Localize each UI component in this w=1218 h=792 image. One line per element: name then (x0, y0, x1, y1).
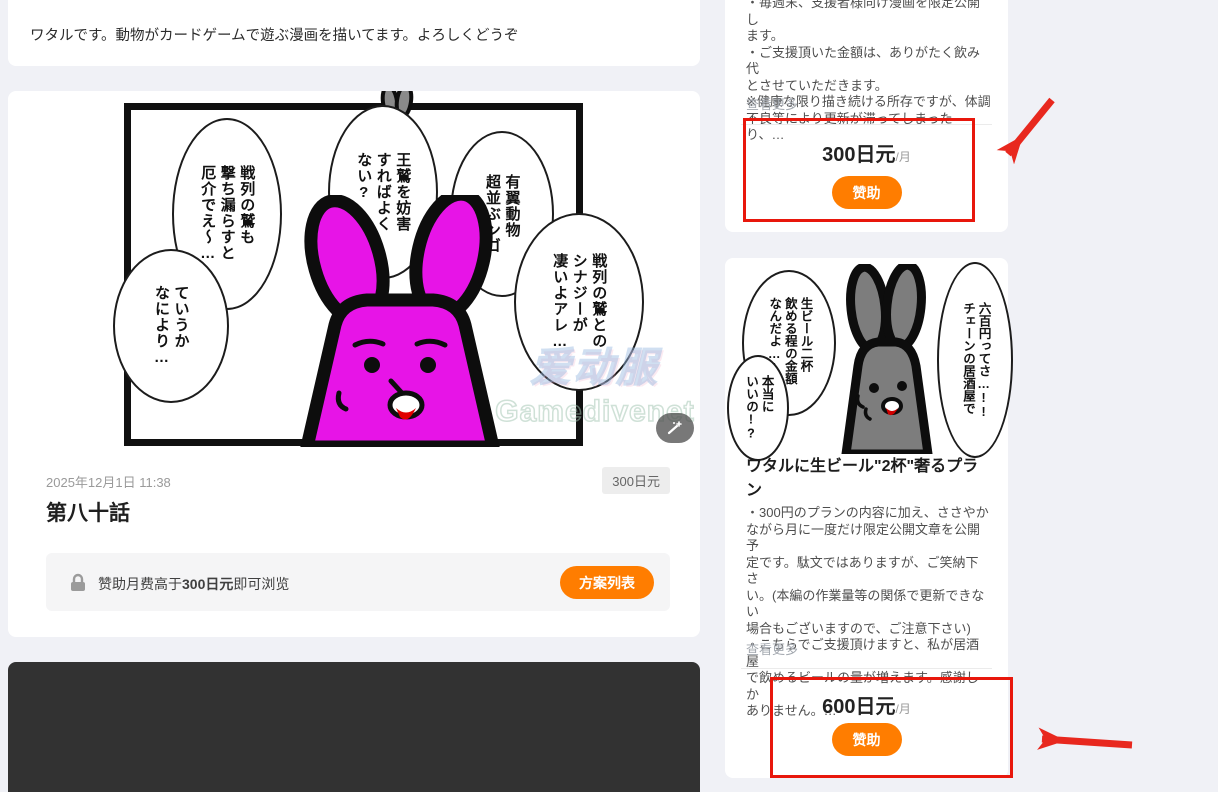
plan-price-row: 600日元/月 (725, 690, 1008, 719)
see-more-link[interactable]: 查看更多 (746, 639, 798, 658)
sponsor-button-600[interactable]: 赞助 (832, 723, 902, 756)
annotation-arrow-300 (1008, 100, 1052, 154)
next-post-image[interactable] (8, 662, 700, 792)
speech-bubble: 六百円ってさ…!! チェーンの居酒屋で (937, 262, 1013, 458)
see-more-link[interactable]: 查看更多 (746, 94, 798, 113)
plan-price: 600日元 (822, 696, 895, 718)
page: ワタルです。動物がカードゲームで遊ぶ漫画を描いてます。よろしくどうぞ 戦列の鷲も… (0, 0, 1218, 792)
plan-price-period: /月 (896, 150, 911, 164)
plan-price: 300日元 (822, 144, 895, 166)
sponsor-button-300[interactable]: 赞助 (832, 176, 902, 209)
post-card: 戦列の鷲も 撃ち漏らすと 厄介でえ〜… ていうか なにより… 王鷲を妨害 すれば… (8, 91, 700, 637)
creator-bio-card: ワタルです。動物がカードゲームで遊ぶ漫画を描いてます。よろしくどうぞ (8, 0, 700, 66)
plan-price-row: 300日元/月 (725, 138, 1008, 167)
locked-content-bar: 赞助月费高于300日元即可浏览 方案列表 (46, 553, 670, 611)
lock-message-price: 300日元 (182, 576, 233, 592)
plan-title: ワタルに生ビール"2杯"奢るプラン (746, 455, 991, 503)
pink-rabbit-illustration (255, 195, 545, 447)
image-enhance-button[interactable] (656, 413, 694, 443)
post-price-badge: 300日元 (602, 467, 670, 494)
plan-list-button[interactable]: 方案列表 (560, 566, 654, 599)
speech-bubble: 本当に いいの!? (727, 355, 789, 461)
speech-bubble: ていうか なにより… (113, 249, 229, 403)
lock-message: 赞助月费高于300日元即可浏览 (98, 574, 289, 594)
creator-bio-text: ワタルです。動物がカードゲームで遊ぶ漫画を描いてます。よろしくどうぞ (30, 24, 519, 45)
plan-description: ・毎週末、支援者様向け漫画を限定公開し ます。 ・ご支援頂いた金額は、ありがたく… (746, 0, 991, 144)
plan-description: ・300円のプランの内容に加え、ささやか ながら月に一度だけ限定公開文章を公開予… (746, 505, 991, 720)
plan-card-600: 六百円ってさ…!! チェーンの居酒屋で 生ビール二杯 飲める程の金額 なんだよ…… (725, 258, 1008, 778)
lock-message-suffix: 即可浏览 (233, 576, 289, 592)
plan-card-300: ・毎週末、支援者様向け漫画を限定公開し ます。 ・ご支援頂いた金額は、ありがたく… (725, 0, 1008, 232)
post-date: 2025年12月1日 11:38 (46, 472, 171, 491)
post-title[interactable]: 第八十話 (46, 497, 130, 527)
lock-message-prefix: 赞助月费高于 (98, 576, 182, 592)
plan-price-period: /月 (896, 702, 911, 716)
gray-rabbit-illustration (828, 264, 944, 454)
lock-icon (70, 573, 86, 592)
divider (741, 668, 992, 669)
annotation-arrow-600 (1042, 739, 1132, 745)
divider (741, 124, 992, 125)
magic-wand-icon (666, 420, 684, 436)
post-comic-image[interactable]: 戦列の鷲も 撃ち漏らすと 厄介でえ〜… ていうか なにより… 王鷲を妨害 すれば… (8, 91, 700, 455)
